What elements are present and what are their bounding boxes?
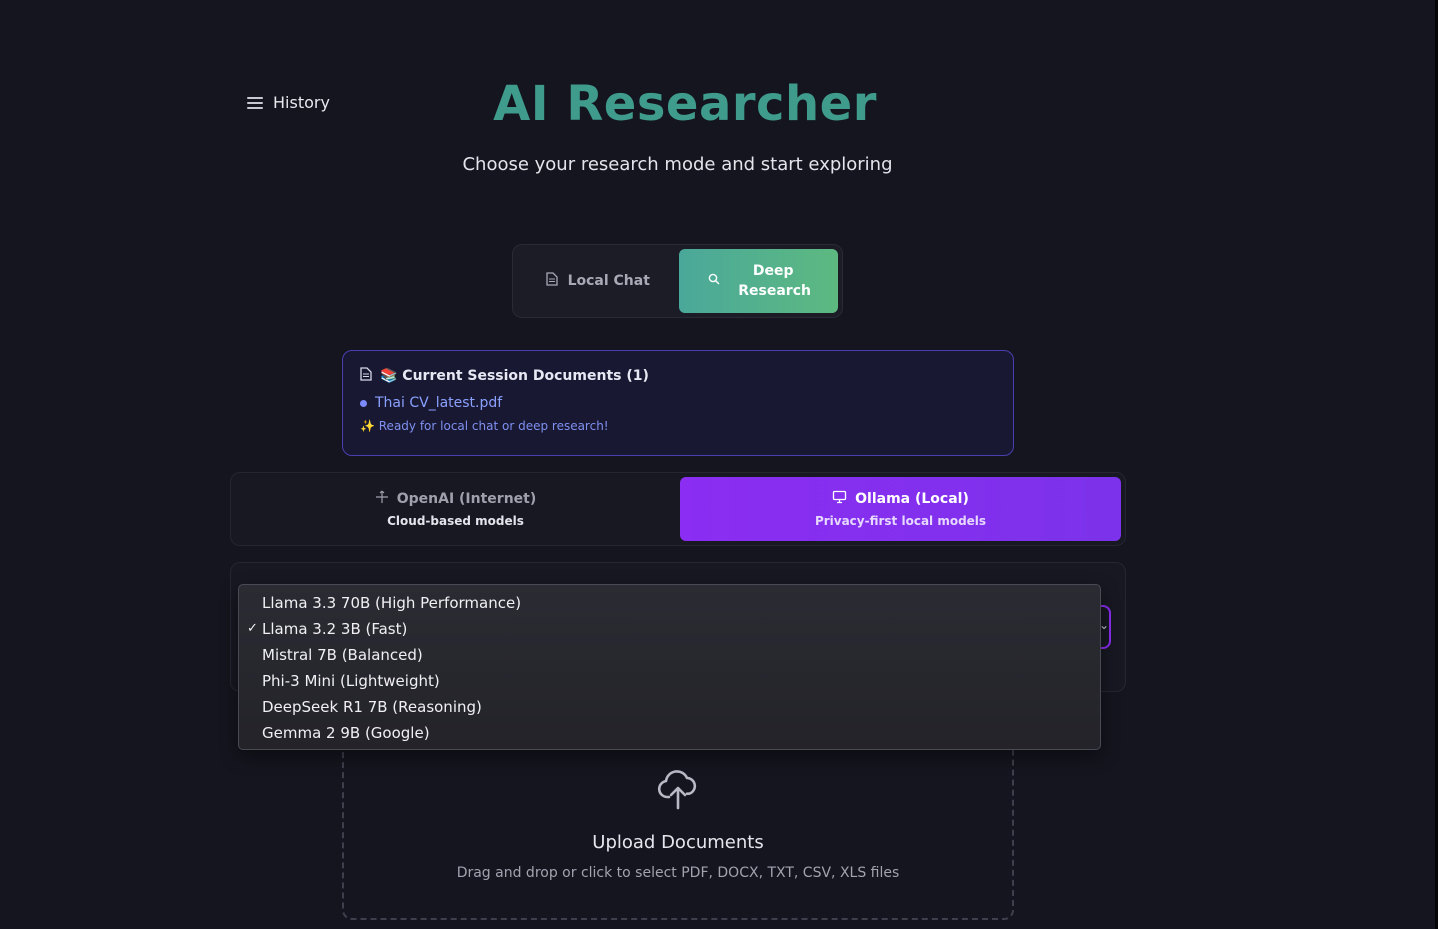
search-icon [708,271,720,291]
model-option[interactable]: DeepSeek R1 7B (Reasoning) [239,694,1100,720]
session-file-name: Thai CV_latest.pdf [375,395,503,411]
globe-icon [375,490,389,508]
session-documents-panel: 📚 Current Session Documents (1) Thai CV_… [342,350,1014,456]
document-icon [545,272,558,290]
ollama-title: Ollama (Local) [855,491,969,507]
bullet-icon [360,399,367,407]
model-option[interactable]: Mistral 7B (Balanced) [239,642,1100,668]
openai-subtitle: Cloud-based models [387,514,524,528]
model-option[interactable]: Llama 3.3 70B (High Performance) [239,590,1100,616]
deep-research-button[interactable]: Deep Research [678,249,838,313]
upload-subtitle: Drag and drop or click to select PDF, DO… [456,865,900,881]
monitor-icon [832,490,847,508]
model-option[interactable]: Phi-3 Mini (Lightweight) [239,668,1100,694]
local-chat-button[interactable]: Local Chat [517,249,679,313]
local-chat-label: Local Chat [567,273,650,289]
openai-provider-button[interactable]: OpenAI (Internet) Cloud-based models [235,477,676,541]
option-label: Phi-3 Mini (Lightweight) [262,672,440,690]
deep-research-label: Deep Research [738,263,811,299]
upload-title: Upload Documents [592,832,764,853]
cloud-upload-icon [656,766,700,814]
option-label: DeepSeek R1 7B (Reasoning) [262,698,482,716]
mode-switch: Local Chat Deep Research [512,244,843,318]
document-icon [360,367,372,385]
checkmark-icon: ✓ [247,621,258,636]
option-label: Llama 3.3 70B (High Performance) [262,594,522,612]
page-title: AI Researcher [493,76,877,132]
model-option-selected[interactable]: ✓ Llama 3.2 3B (Fast) [239,616,1100,642]
option-label: Mistral 7B (Balanced) [262,646,423,664]
session-ready-note: ✨ Ready for local chat or deep research! [360,419,609,433]
openai-title: OpenAI (Internet) [396,491,537,507]
upload-dropzone[interactable]: Upload Documents Drag and drop or click … [342,748,1014,920]
provider-switch: OpenAI (Internet) Cloud-based models Oll… [230,472,1126,546]
option-label: Llama 3.2 3B (Fast) [262,620,408,638]
model-dropdown-list: Llama 3.3 70B (High Performance) ✓ Llama … [238,584,1101,750]
session-file-item[interactable]: Thai CV_latest.pdf [360,395,996,411]
ollama-subtitle: Privacy-first local models [814,514,987,528]
ollama-provider-button[interactable]: Ollama (Local) Privacy-first local model… [680,477,1121,541]
model-option[interactable]: Gemma 2 9B (Google) [239,720,1100,746]
session-heading: 📚 Current Session Documents (1) [380,368,649,384]
option-label: Gemma 2 9B (Google) [262,724,430,742]
page-subtitle: Choose your research mode and start expl… [462,154,893,175]
